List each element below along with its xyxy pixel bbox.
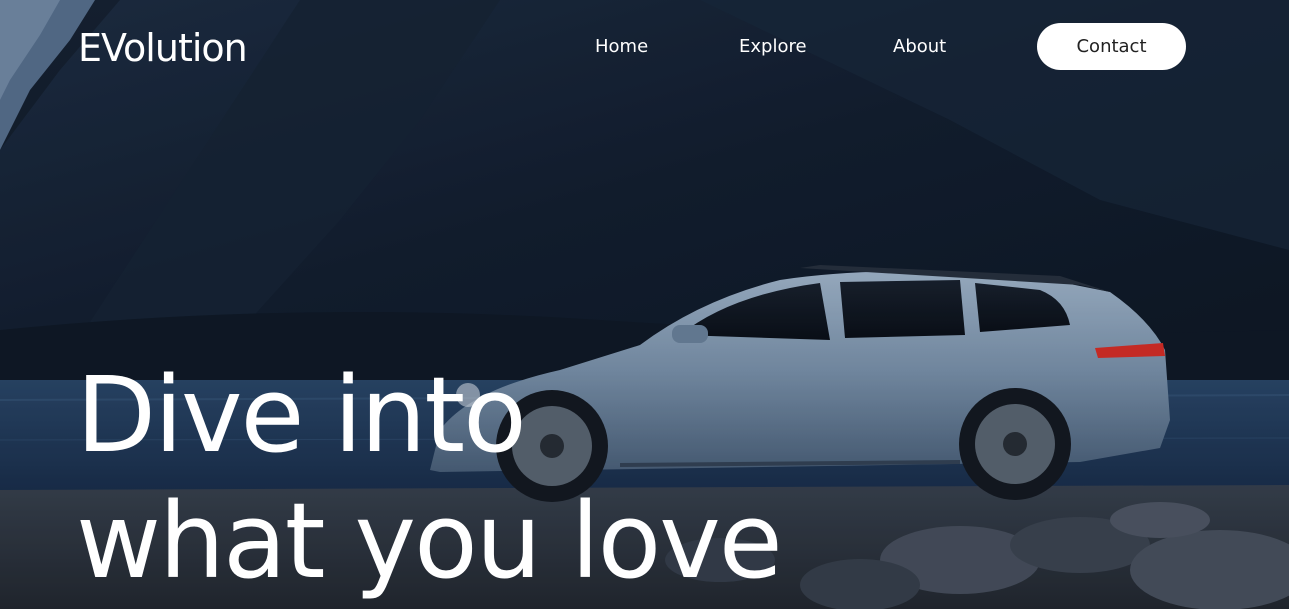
contact-button[interactable]: Contact xyxy=(1037,23,1186,70)
logo[interactable]: EVolution xyxy=(78,24,248,72)
hero-headline-line-2: what you love xyxy=(76,480,783,602)
nav-link-about[interactable]: About xyxy=(893,34,946,60)
nav-link-explore[interactable]: Explore xyxy=(739,34,807,60)
hero-headline-line-1: Dive into xyxy=(76,354,527,476)
hero-headline: Dive into what you love xyxy=(76,352,783,604)
nav-link-home[interactable]: Home xyxy=(595,34,648,60)
top-navigation: EVolution Home Explore About Contact xyxy=(0,0,1289,95)
hero-section: EVolution Home Explore About Contact Div… xyxy=(0,0,1289,609)
